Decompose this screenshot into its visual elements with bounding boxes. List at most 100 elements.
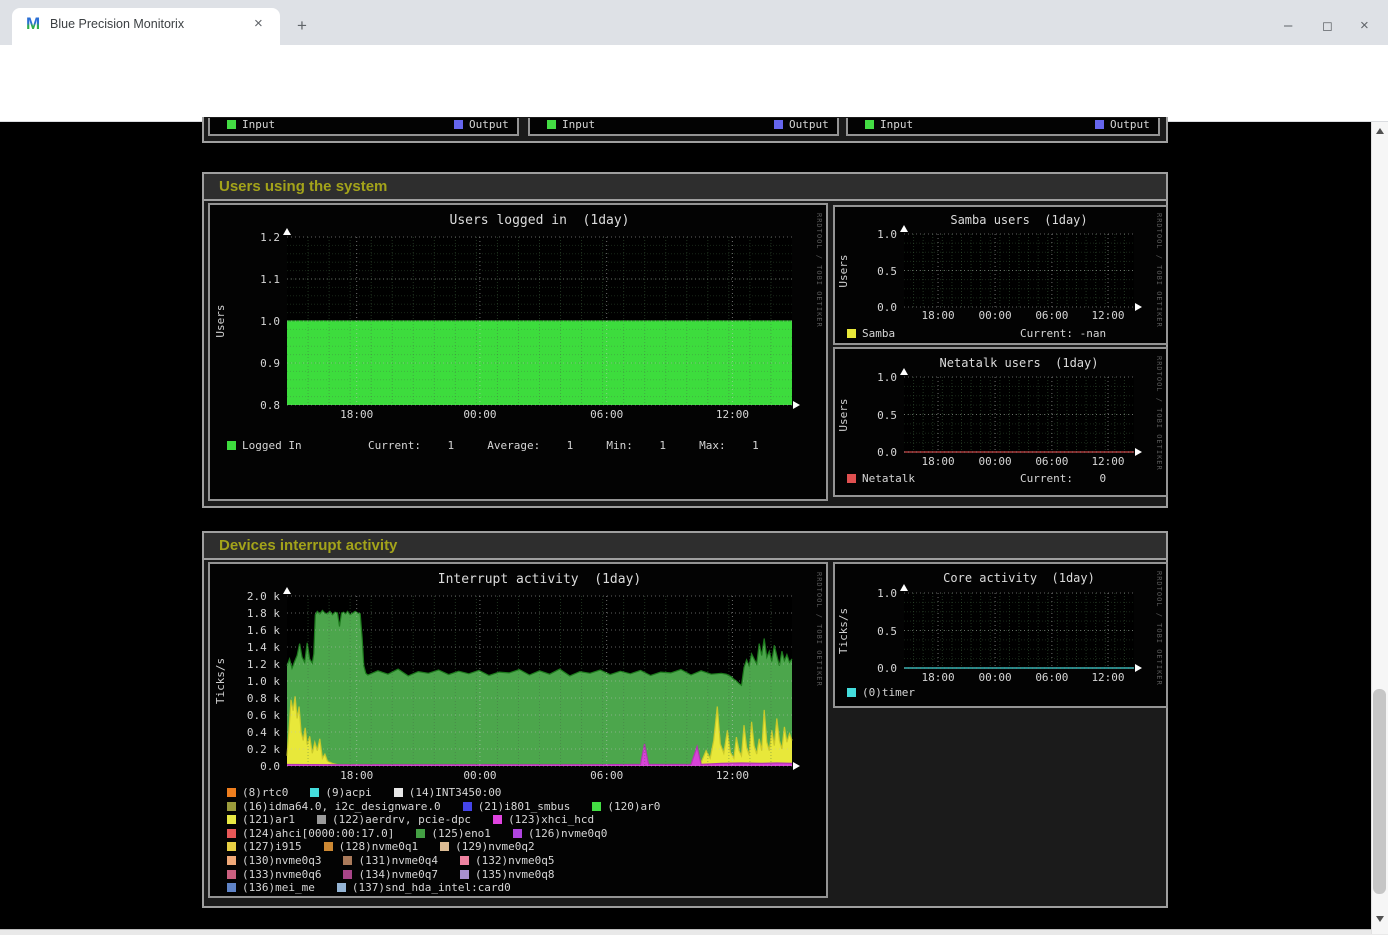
- legend-item: (137)snd_hda_intel:card0: [337, 881, 511, 894]
- legend-swatch: [227, 842, 236, 851]
- x-tick-label: 00:00: [979, 455, 1012, 468]
- legend-current: Current: 0: [1020, 472, 1106, 485]
- scrollbar-thumb[interactable]: [1373, 689, 1386, 894]
- x-tick-label: 06:00: [590, 408, 623, 421]
- legend-item: (135)nvme0q8: [460, 868, 554, 881]
- x-tick-label: 18:00: [340, 408, 373, 421]
- tab-title: Blue Precision Monitorix: [50, 17, 184, 31]
- plot-up-arrow: [900, 584, 908, 591]
- legend-item: (120)ar0: [592, 800, 660, 813]
- legend-swatch: [227, 829, 236, 838]
- legend-swatch: [227, 788, 236, 797]
- legend-item: (130)nvme0q3: [227, 854, 321, 867]
- y-tick-label: 0.6 k: [220, 709, 280, 722]
- graph-legend: Netatalk: [847, 472, 915, 485]
- x-tick-label: 18:00: [340, 769, 373, 782]
- window-maximize-button[interactable]: ◻: [1322, 18, 1333, 34]
- scrollbar-up-arrow[interactable]: [1376, 128, 1384, 134]
- legend-swatch: [227, 441, 236, 450]
- legend-item: (14)INT3450:00: [394, 786, 502, 799]
- legend-item: (133)nvme0q6: [227, 868, 321, 881]
- legend-swatch: [493, 815, 502, 824]
- samba-users-graph[interactable]: Samba users (1day)Users1.00.50.018:0000:…: [833, 205, 1168, 345]
- x-tick-label: 18:00: [921, 455, 954, 468]
- graph-legend: (0)timer: [847, 686, 915, 699]
- plot-up-arrow: [283, 587, 291, 594]
- legend-swatch: [227, 815, 236, 824]
- legend-item: (132)nvme0q5: [460, 854, 554, 867]
- input-legend-swatch: [547, 120, 556, 129]
- legend-swatch: [440, 842, 449, 851]
- legend-swatch: [513, 829, 522, 838]
- x-tick-label: 06:00: [590, 769, 623, 782]
- plot-area: [904, 593, 1134, 668]
- legend-item: (136)mei_me: [227, 881, 315, 894]
- plot-right-arrow: [1135, 664, 1142, 672]
- users-logged-in-graph[interactable]: Users logged in (1day)Users1.21.11.00.90…: [208, 203, 828, 501]
- output-legend-label: Output: [789, 118, 829, 131]
- plot-right-arrow: [1135, 303, 1142, 311]
- legend-swatch: [847, 329, 856, 338]
- scrollbar-down-arrow[interactable]: [1376, 916, 1384, 922]
- legend-swatch: [337, 883, 346, 892]
- plot-up-arrow: [900, 368, 908, 375]
- legend-row: (16)idma64.0, i2c_designware.0(21)i801_s…: [227, 800, 682, 814]
- legend-swatch: [310, 788, 319, 797]
- interrupt-activity-graph[interactable]: Interrupt activity (1day)Ticks/s2.0 k1.8…: [208, 562, 828, 898]
- legend-item: (8)rtc0: [227, 786, 288, 799]
- y-tick-label: 1.8 k: [220, 607, 280, 620]
- legend-row: (130)nvme0q3(131)nvme0q4(132)nvme0q5: [227, 854, 682, 868]
- y-tick-label: 0.4 k: [220, 726, 280, 739]
- legend-row: (127)i915(128)nvme0q1(129)nvme0q2: [227, 840, 682, 854]
- legend-swatch: [227, 870, 236, 879]
- plot-area: [904, 234, 1134, 307]
- new-tab-button[interactable]: +: [297, 16, 307, 36]
- y-tick-label: 1.0: [220, 315, 280, 328]
- window-close-button[interactable]: ×: [1360, 17, 1369, 34]
- y-tick-label: 0.0: [837, 662, 897, 675]
- window-minimize-button[interactable]: –: [1284, 17, 1292, 34]
- network-graph-panel-1: Input Output: [208, 118, 519, 136]
- chart-title: Samba users (1day): [950, 213, 1087, 227]
- legend-swatch: [416, 829, 425, 838]
- y-tick-label: 0.0: [220, 760, 280, 773]
- plot-up-arrow: [900, 225, 908, 232]
- chart-title: Users logged in (1day): [449, 213, 629, 228]
- tab-close-icon[interactable]: ×: [254, 15, 263, 32]
- legend-row: (136)mei_me (137)snd_hda_intel:card0: [227, 881, 682, 895]
- legend-swatch: [847, 474, 856, 483]
- legend-swatch: [463, 802, 472, 811]
- legend-stats: Current: 1 Average: 1 Min: 1 Max: 1: [368, 439, 759, 452]
- legend-swatch: [847, 688, 856, 697]
- x-tick-label: 12:00: [716, 769, 749, 782]
- legend-swatch: [460, 870, 469, 879]
- legend-item: (124)ahci[0000:00:17.0]: [227, 827, 394, 840]
- y-tick-label: 0.2 k: [220, 743, 280, 756]
- y-tick-label: 0.5: [837, 625, 897, 638]
- legend-swatch: [460, 856, 469, 865]
- output-legend-swatch: [1095, 120, 1104, 129]
- y-tick-label: 1.4 k: [220, 641, 280, 654]
- legend-swatch: [227, 883, 236, 892]
- x-tick-label: 06:00: [1035, 309, 1068, 322]
- y-tick-label: 0.5: [837, 265, 897, 278]
- browser-toolbar: ← → ⟳ ⌂ i localhost:8080/monitorix-cgi/m…: [0, 45, 1388, 88]
- core-activity-graph[interactable]: Core activity (1day)Ticks/s1.00.50.018:0…: [833, 562, 1168, 708]
- plot-right-arrow: [793, 762, 800, 770]
- legend-item: (9)acpi: [310, 786, 371, 799]
- legend-swatch: [592, 802, 601, 811]
- y-tick-label: 1.0: [837, 371, 897, 384]
- y-tick-label: 1.2 k: [220, 658, 280, 671]
- rrdtool-watermark: RRDTOOL / TOBI OETIKER: [1155, 571, 1163, 686]
- legend-item: (122)aerdrv, pcie-dpc: [317, 813, 471, 826]
- x-tick-label: 06:00: [1035, 671, 1068, 684]
- chart-title: Interrupt activity (1day): [438, 572, 642, 587]
- legend-swatch: [343, 870, 352, 879]
- legend-swatch: [343, 856, 352, 865]
- y-tick-label: 1.2: [220, 231, 280, 244]
- legend-item: (121)ar1: [227, 813, 295, 826]
- netatalk-users-graph[interactable]: Netatalk users (1day)Users1.00.50.018:00…: [833, 347, 1168, 497]
- graph-legend: Samba: [847, 327, 895, 340]
- chart-title: Netatalk users (1day): [940, 356, 1099, 370]
- x-tick-label: 12:00: [1091, 309, 1124, 322]
